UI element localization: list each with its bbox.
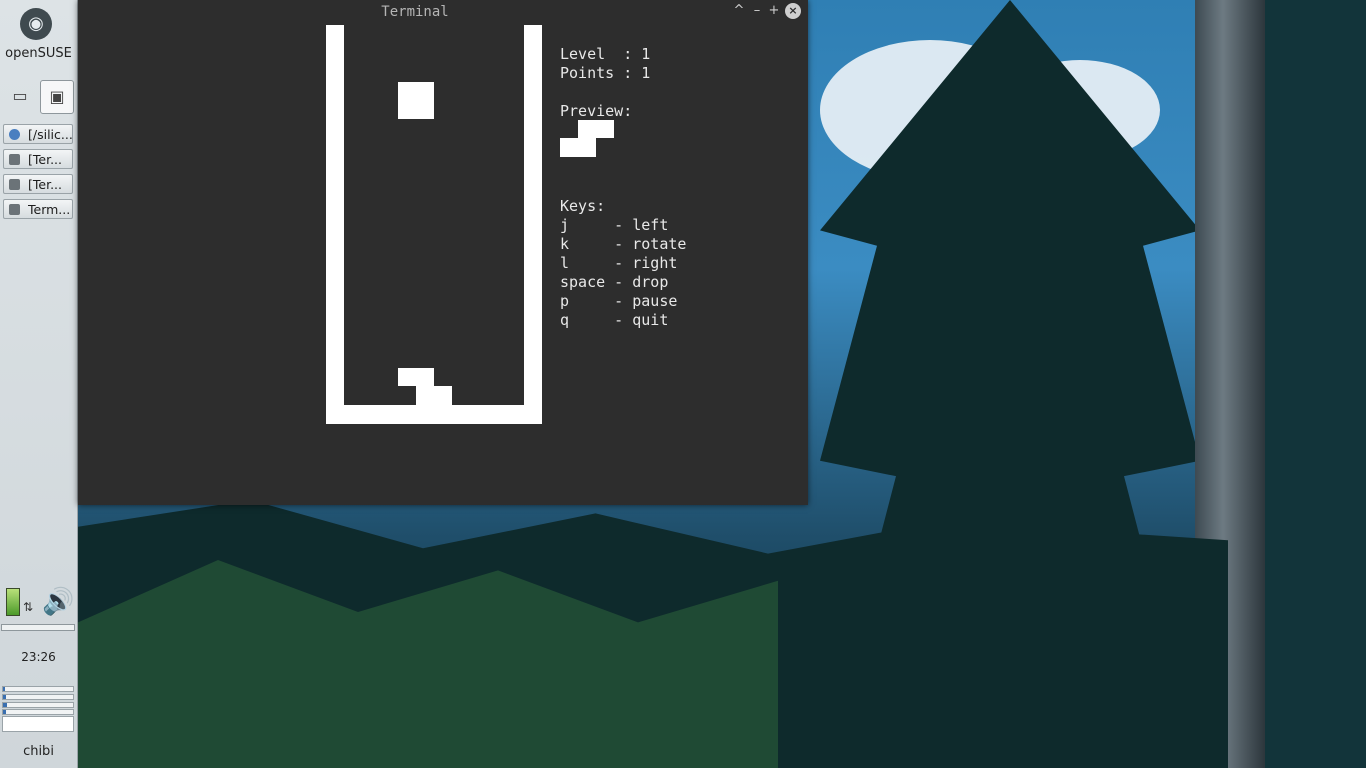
key-action: right bbox=[632, 254, 678, 272]
taskbar-item-terminal-2[interactable]: [Ter... bbox=[3, 174, 73, 194]
key-action: rotate bbox=[632, 235, 687, 253]
key-row: space - drop bbox=[560, 273, 669, 291]
usage-meter bbox=[2, 694, 74, 700]
left-panel: ◉ openSUSE ▭ ▣ [/silic... [Ter... [Ter..… bbox=[0, 0, 78, 768]
well-left-wall bbox=[326, 25, 344, 424]
keys-label: Keys: bbox=[560, 197, 606, 215]
taskbar-item-browser[interactable]: [/silic... bbox=[3, 124, 73, 144]
key-row: l - right bbox=[560, 254, 678, 272]
taskbar-item-label: [Ter... bbox=[28, 177, 62, 192]
window-titlebar[interactable]: Terminal ^ – + × bbox=[78, 0, 808, 24]
taskbar-item-label: Term... bbox=[28, 202, 71, 217]
screenshot-launcher-button[interactable]: ▣ bbox=[40, 80, 74, 114]
battery-icon[interactable] bbox=[6, 588, 20, 616]
usage-meter bbox=[2, 702, 74, 708]
key-action: pause bbox=[632, 292, 678, 310]
volume-icon[interactable]: 🔊 bbox=[42, 588, 74, 616]
key-action: quit bbox=[632, 311, 669, 329]
minimize-button[interactable]: – bbox=[749, 3, 765, 19]
usage-meter bbox=[2, 709, 74, 715]
taskbar-item-label: [/silic... bbox=[28, 127, 72, 142]
key-name: p bbox=[560, 292, 606, 310]
camera-icon: ▣ bbox=[49, 87, 65, 106]
maximize-button[interactable]: + bbox=[766, 3, 782, 19]
key-row: p - pause bbox=[560, 292, 678, 310]
falling-piece bbox=[398, 82, 434, 119]
taskbar-item-terminal-3[interactable]: Term... bbox=[3, 199, 73, 219]
key-row: j - left bbox=[560, 216, 669, 234]
level-readout: Level : 1 bbox=[560, 45, 651, 63]
terminal-icon bbox=[9, 154, 20, 165]
window-title: Terminal bbox=[381, 4, 449, 20]
preview-label: Preview: bbox=[560, 102, 633, 120]
show-desktop-button[interactable]: ▭ bbox=[4, 80, 36, 112]
taskbar-item-terminal-1[interactable]: [Ter... bbox=[3, 149, 73, 169]
key-name: j bbox=[560, 216, 606, 234]
globe-icon bbox=[9, 129, 20, 140]
well-floor bbox=[326, 405, 542, 424]
key-row: q - quit bbox=[560, 311, 669, 329]
key-action: drop bbox=[632, 273, 669, 291]
clock[interactable]: 23:26 bbox=[0, 650, 77, 664]
taskbar-item-label: [Ter... bbox=[28, 152, 62, 167]
key-name: space bbox=[560, 273, 606, 291]
key-row: k - rotate bbox=[560, 235, 687, 253]
well-right-wall bbox=[524, 25, 542, 424]
network-icon[interactable]: ⇅ bbox=[23, 600, 33, 614]
shade-button[interactable]: ^ bbox=[731, 3, 747, 19]
system-tray: ⇅ 🔊 bbox=[4, 588, 74, 618]
key-name: q bbox=[560, 311, 606, 329]
key-name: k bbox=[560, 235, 606, 253]
usage-meter bbox=[2, 686, 74, 692]
username-label: chibi bbox=[23, 744, 54, 759]
key-action: left bbox=[632, 216, 669, 234]
network-graph bbox=[2, 716, 74, 732]
points-readout: Points : 1 bbox=[560, 64, 651, 82]
key-name: l bbox=[560, 254, 606, 272]
desktop-icon: ▭ bbox=[12, 86, 28, 105]
close-button[interactable]: × bbox=[785, 3, 801, 19]
cpu-monitor bbox=[1, 624, 75, 631]
terminal-window[interactable]: Terminal ^ – + × bbox=[78, 0, 808, 505]
terminal-icon bbox=[9, 204, 20, 215]
opensuse-logo-icon[interactable]: ◉ bbox=[20, 8, 52, 40]
terminal-icon bbox=[9, 179, 20, 190]
brand-label: openSUSE bbox=[5, 46, 72, 61]
